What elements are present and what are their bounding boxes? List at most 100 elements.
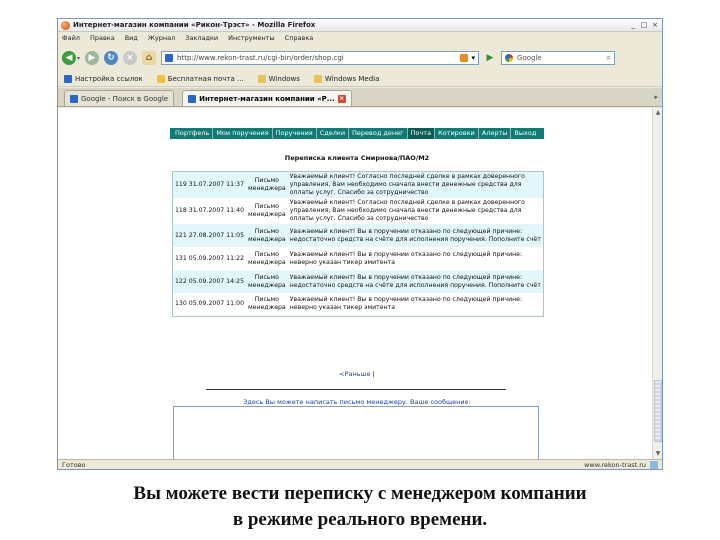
scroll-thumb[interactable] <box>654 380 662 442</box>
bookmark-item[interactable]: Настройка ссылок <box>64 75 143 83</box>
bookmark-item[interactable]: Windows <box>257 75 300 83</box>
folder-icon <box>313 75 322 83</box>
message-text: Уважаемый клиент! Вы в поручении отказан… <box>287 270 544 293</box>
message-id-date: 119 31.07.2007 11:37 <box>172 171 247 198</box>
search-engine-icon[interactable] <box>505 54 514 62</box>
table-row[interactable]: 122 05.09.2007 14:25 Письмо менеджера Ув… <box>172 270 544 293</box>
nav-my-orders[interactable]: Мои поручения <box>213 128 273 139</box>
minimize-button[interactable]: _ <box>629 21 637 29</box>
close-button[interactable]: × <box>651 21 659 29</box>
message-sender: Письмо менеджера <box>246 293 288 316</box>
pager-separator: | <box>372 370 375 378</box>
back-dropdown-icon[interactable]: ▾ <box>77 55 80 62</box>
table-row[interactable]: 121 27.08.2007 11:05 Письмо менеджера Ув… <box>172 224 544 247</box>
go-arrow-icon[interactable]: ▶ <box>484 52 496 64</box>
page-scrollbar[interactable]: ▲ ▼ <box>652 108 662 459</box>
url-dropdown-icon[interactable]: ▾ <box>472 54 476 62</box>
nav-alerts[interactable]: Алерты <box>479 128 512 139</box>
folder-icon <box>257 75 266 83</box>
reload-icon[interactable]: ↻ <box>104 51 119 65</box>
message-text: Уважаемый клиент! Согласно последней сде… <box>287 198 544 224</box>
message-id-date: 121 27.08.2007 11:05 <box>172 224 247 247</box>
status-text: Готово <box>62 461 86 469</box>
menu-file[interactable]: Файл <box>62 34 80 42</box>
bookmark-item[interactable]: Windows Media <box>313 75 379 83</box>
nav-portfolio[interactable]: Портфель <box>172 128 214 139</box>
firefox-icon <box>61 20 70 30</box>
star-icon <box>156 75 165 83</box>
site-navigation: Портфель Мои поручения Поручения Сделки … <box>170 128 544 139</box>
earlier-link[interactable]: <Раньше <box>339 370 370 378</box>
navigation-toolbar: ◀ ▾ ▶ ↻ × ⌂ http://www.rekon-trast.ru/cg… <box>58 46 662 70</box>
message-text: Уважаемый клиент! Вы в поручении отказан… <box>287 224 544 247</box>
browser-window: Интернет-магазин компании «Рикон-Трэст» … <box>57 18 663 470</box>
message-id-date: 118 31.07.2007 11:40 <box>172 198 247 224</box>
nav-money-transfer[interactable]: Перевод денег <box>349 128 408 139</box>
menu-bookmarks[interactable]: Закладки <box>185 34 218 42</box>
table-row[interactable]: 130 05.09.2007 11:00 Письмо менеджера Ув… <box>172 293 544 316</box>
divider <box>206 389 506 390</box>
tab-list-icon[interactable]: ▸ <box>654 93 658 101</box>
compose-label: Здесь Вы можете написать письмо менеджер… <box>243 398 471 406</box>
tab-google[interactable]: Google - Поиск в Google <box>64 90 175 106</box>
message-sender: Письмо менеджера <box>246 247 288 270</box>
message-text: Уважаемый клиент! Согласно последней сде… <box>287 171 544 198</box>
menu-tools[interactable]: Инструменты <box>228 34 275 42</box>
status-host: www.rekon-trast.ru <box>584 461 646 469</box>
page-content: Портфель Мои поручения Поручения Сделки … <box>58 108 652 459</box>
nav-quotes[interactable]: Котировки <box>435 128 479 139</box>
feed-icon[interactable] <box>459 54 468 62</box>
forward-arrow-icon[interactable]: ▶ <box>85 51 100 65</box>
message-text: Уважаемый клиент! Вы в поручении отказан… <box>287 247 544 270</box>
tab-close-icon[interactable]: × <box>337 94 346 103</box>
menu-view[interactable]: Вид <box>125 34 138 42</box>
search-box[interactable]: Google ⌕ <box>501 51 616 65</box>
tab-shop[interactable]: Интернет-магазин компании «Р... × <box>182 90 352 106</box>
table-row[interactable]: 131 05.09.2007 11:22 Письмо менеджера Ув… <box>172 247 544 270</box>
caption-line-1: Вы можете вести переписку с менеджером к… <box>133 483 587 504</box>
message-id-date: 122 05.09.2007 14:25 <box>172 270 247 293</box>
search-icon[interactable]: ⌕ <box>607 53 611 63</box>
scroll-up-icon[interactable]: ▲ <box>653 108 662 118</box>
home-icon[interactable]: ⌂ <box>142 51 157 65</box>
message-textarea[interactable] <box>173 406 539 459</box>
message-sender: Письмо менеджера <box>246 198 288 224</box>
nav-exit[interactable]: Выход <box>511 128 539 139</box>
slide-caption: Вы можете вести переписку с менеджером к… <box>0 481 720 533</box>
nav-mail[interactable]: Почта <box>407 128 436 139</box>
nav-orders[interactable]: Поручения <box>273 128 317 139</box>
message-id-date: 131 05.09.2007 11:22 <box>172 247 247 270</box>
google-favicon-icon <box>70 94 78 103</box>
menu-bar: Файл Правка Вид Журнал Закладки Инструме… <box>58 32 662 44</box>
address-bar[interactable]: http://www.rekon-trast.ru/cgi-bin/order/… <box>161 51 480 65</box>
table-row[interactable]: 118 31.07.2007 11:40 Письмо менеджера Ув… <box>172 198 544 224</box>
page-icon <box>64 75 72 83</box>
search-input[interactable]: Google <box>517 54 603 62</box>
menu-history[interactable]: Журнал <box>148 34 175 42</box>
message-sender: Письмо менеджера <box>246 224 288 247</box>
window-title: Интернет-магазин компании «Рикон-Трэст» … <box>73 21 316 29</box>
message-sender: Письмо менеджера <box>246 270 288 293</box>
window-controls: _ □ × <box>629 21 659 29</box>
title-bar: Интернет-магазин компании «Рикон-Трэст» … <box>58 19 662 32</box>
table-row[interactable]: 119 31.07.2007 11:37 Письмо менеджера Ув… <box>172 171 544 198</box>
menu-edit[interactable]: Правка <box>90 34 115 42</box>
bookmark-item[interactable]: Бесплатная почта ... <box>156 75 244 83</box>
tab-bar: Google - Поиск в Google Интернет-магазин… <box>58 88 662 107</box>
message-id-date: 130 05.09.2007 11:00 <box>172 293 247 316</box>
stop-icon[interactable]: × <box>123 51 138 65</box>
status-bar: Готово www.rekon-trast.ru <box>58 459 662 469</box>
messages-table: 119 31.07.2007 11:37 Письмо менеджера Ув… <box>172 171 544 317</box>
connection-icon <box>650 461 658 469</box>
scroll-down-icon[interactable]: ▼ <box>653 449 662 459</box>
maximize-button[interactable]: □ <box>640 21 648 29</box>
pagination: <Раньше | <box>170 370 544 378</box>
message-text: Уважаемый клиент! Вы в поручении отказан… <box>287 293 544 316</box>
menu-help[interactable]: Справка <box>285 34 314 42</box>
site-favicon-icon <box>165 54 174 62</box>
shop-favicon-icon <box>188 94 197 103</box>
nav-deals[interactable]: Сделки <box>317 128 350 139</box>
caption-line-2: в режиме реального времени. <box>232 509 488 530</box>
back-arrow-icon[interactable]: ◀ <box>62 51 76 65</box>
address-input[interactable]: http://www.rekon-trast.ru/cgi-bin/order/… <box>177 54 455 62</box>
